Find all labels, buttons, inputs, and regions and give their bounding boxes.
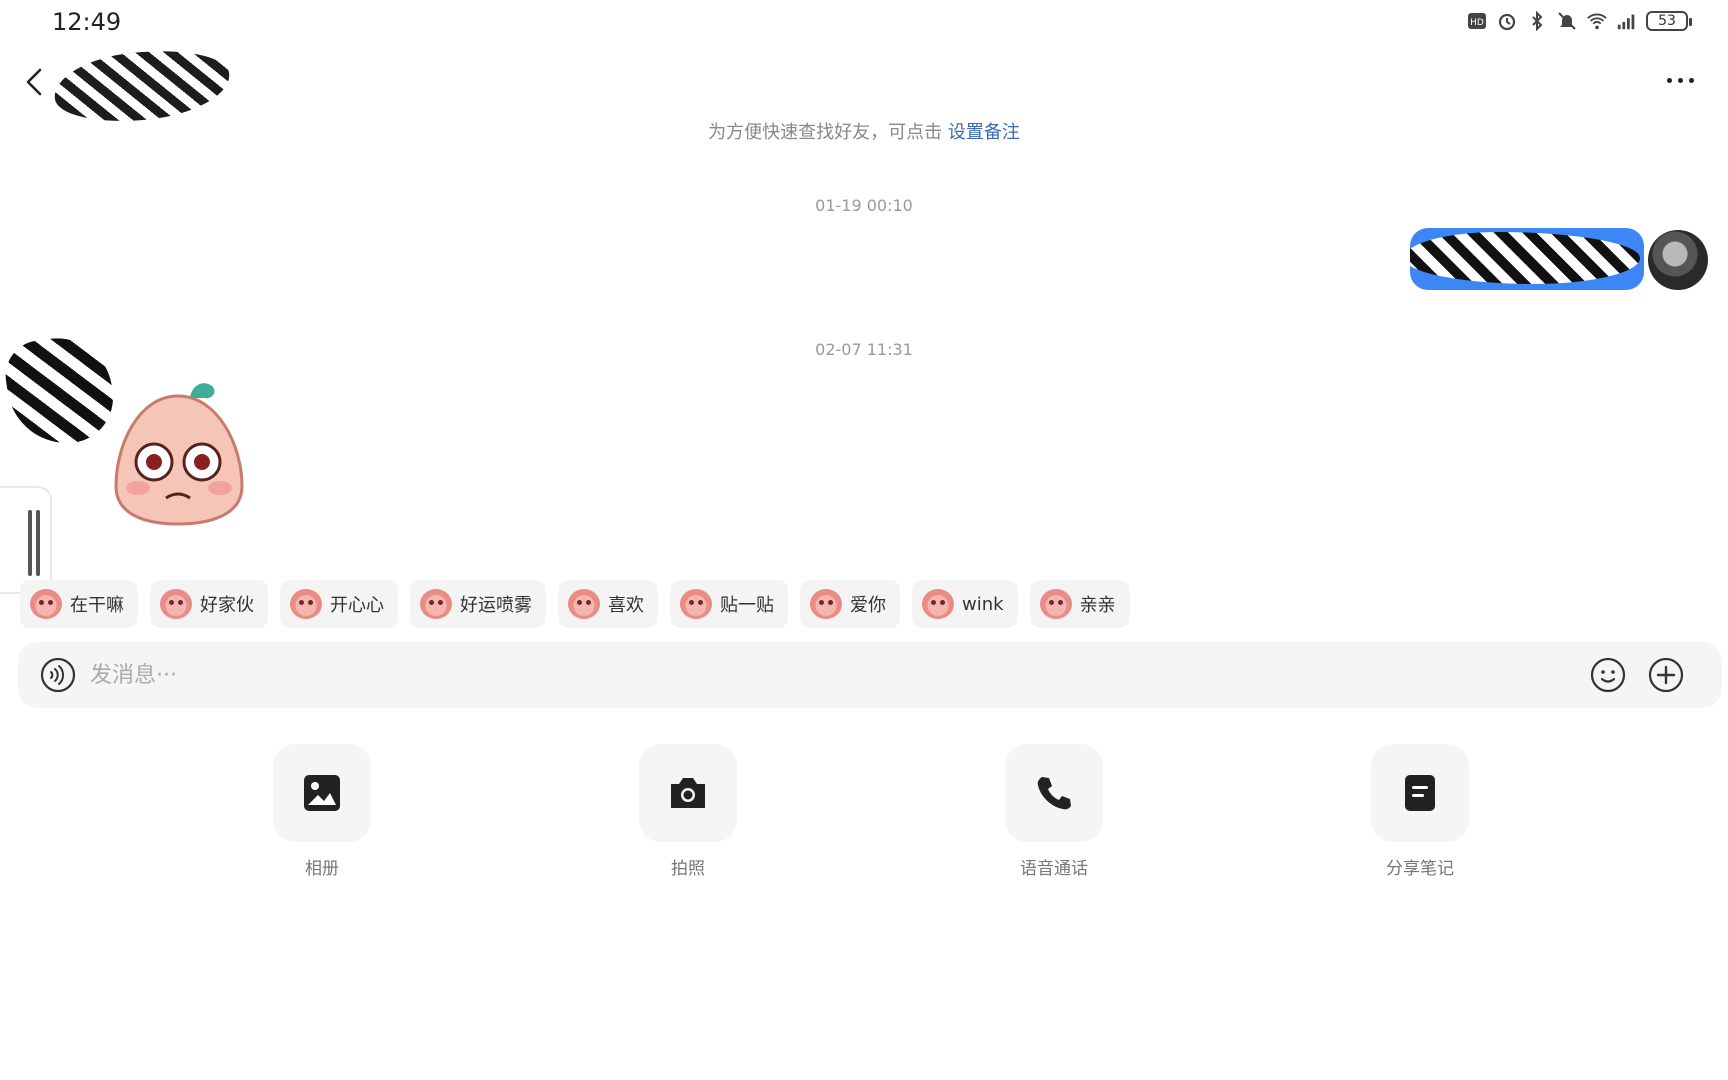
chat-screen: 12:49 HD 53 为方便快速查找好友，可点击 设置备注 01-19 00:…: [0, 0, 1728, 1080]
more-dot: [1678, 78, 1683, 83]
contact-name-redacted: [50, 42, 234, 130]
chip-label: 喜欢: [608, 595, 644, 616]
voice-call-tile: [1005, 744, 1103, 842]
alarm-icon: [1496, 10, 1518, 32]
message-input[interactable]: [90, 652, 1590, 698]
handle-bar: [36, 510, 40, 576]
sticker-icon: [290, 589, 322, 619]
chevron-left-icon: [26, 68, 42, 96]
album-tile: [273, 744, 371, 842]
quick-reply-chip[interactable]: 喜欢: [558, 580, 658, 628]
message-timestamp: 01-19 00:10: [815, 196, 913, 215]
quick-reply-list: 在干嘛 好家伙 开心心 好运喷雾 喜欢 贴一贴 爱你 wink 亲亲: [20, 580, 1130, 628]
album-label: 相册: [305, 859, 339, 879]
camera-tile: [639, 744, 737, 842]
sticker-icon: [922, 589, 954, 619]
phone-icon: [1037, 777, 1071, 810]
voice-call-button[interactable]: 语音通话: [984, 744, 1124, 879]
outgoing-message-bubble[interactable]: [1410, 228, 1644, 290]
image-icon: [304, 775, 340, 811]
chip-label: 亲亲: [1079, 595, 1116, 616]
bluetooth-icon: [1526, 10, 1548, 32]
battery-icon: 53: [1646, 11, 1692, 31]
quick-reply-chip[interactable]: 贴一贴: [670, 580, 788, 628]
quick-reply-chip[interactable]: 爱你: [800, 580, 900, 628]
sticker-message[interactable]: [108, 376, 248, 528]
more-button[interactable]: [1667, 78, 1694, 83]
my-avatar[interactable]: [1648, 230, 1708, 290]
sticker-icon: [568, 589, 600, 619]
remark-tip: 为方便快速查找好友，可点击 设置备注: [0, 118, 1728, 144]
chip-label: 在干嘛: [70, 595, 124, 616]
plus-icon: [1648, 657, 1684, 693]
quick-reply-chip[interactable]: 亲亲: [1029, 580, 1130, 628]
emoji-button[interactable]: [1590, 657, 1626, 693]
message-timestamp: 02-07 11:31: [815, 340, 913, 359]
redacted-message-text: [1410, 232, 1640, 284]
chip-label: 贴一贴: [720, 595, 774, 616]
quick-reply-chip[interactable]: 好运喷雾: [410, 580, 546, 628]
handle-bar: [28, 510, 32, 576]
sticker-icon: [1039, 589, 1072, 619]
more-dots-icon: [1667, 78, 1672, 83]
camera-label: 拍照: [671, 859, 705, 879]
voice-call-label: 语音通话: [1020, 859, 1088, 879]
hd-icon: HD: [1466, 10, 1488, 32]
smiley-icon: [1590, 657, 1626, 693]
status-icons: HD 53: [1466, 10, 1692, 32]
set-remark-link[interactable]: 设置备注: [948, 122, 1020, 143]
camera-icon: [671, 778, 705, 808]
sticker-icon: [30, 589, 62, 619]
share-note-tile: [1371, 744, 1469, 842]
chip-label: 好运喷雾: [460, 595, 532, 616]
quick-reply-chip[interactable]: 好家伙: [150, 580, 268, 628]
signal-icon: [1616, 10, 1638, 32]
quick-reply-chip[interactable]: wink: [912, 580, 1018, 628]
more-actions-button[interactable]: [1648, 657, 1684, 693]
voice-icon: [40, 657, 76, 693]
sticker-icon: [160, 589, 192, 619]
note-icon: [1405, 775, 1435, 811]
side-drawer-handle[interactable]: [0, 486, 52, 594]
chip-label: 爱你: [850, 595, 886, 616]
chip-label: wink: [962, 593, 1004, 615]
voice-input-button[interactable]: [40, 657, 76, 693]
mute-icon: [1556, 10, 1578, 32]
sticker-icon: [810, 589, 842, 619]
back-button[interactable]: [22, 64, 46, 100]
status-time: 12:49: [52, 8, 122, 36]
share-note-label: 分享笔记: [1386, 859, 1454, 879]
quick-reply-chip[interactable]: 在干嘛: [20, 580, 138, 628]
chip-label: 好家伙: [200, 595, 254, 616]
more-dot: [1689, 78, 1694, 83]
album-button[interactable]: 相册: [252, 744, 392, 879]
sticker-icon: [420, 589, 452, 619]
wifi-icon: [1586, 10, 1608, 32]
camera-button[interactable]: 拍照: [618, 744, 758, 879]
quick-reply-chip[interactable]: 开心心: [280, 580, 398, 628]
remark-tip-text: 为方便快速查找好友，可点击: [708, 122, 948, 143]
svg-text:HD: HD: [1470, 18, 1484, 28]
chip-label: 开心心: [330, 595, 384, 616]
sticker-icon: [680, 589, 712, 619]
message-input-bar: [18, 642, 1722, 708]
share-note-button[interactable]: 分享笔记: [1350, 744, 1490, 879]
